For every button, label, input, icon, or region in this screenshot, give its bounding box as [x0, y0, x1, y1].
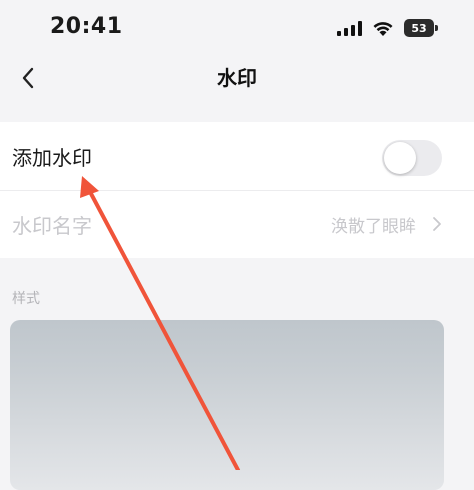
- add-watermark-label: 添加水印: [12, 145, 92, 170]
- status-icons: 53: [337, 18, 438, 38]
- watermark-style-preview[interactable]: [10, 320, 444, 490]
- nav-bar: 水印: [0, 56, 474, 116]
- page-title: 水印: [217, 66, 257, 90]
- add-watermark-toggle[interactable]: [382, 140, 442, 176]
- watermark-name-value: 涣散了眼眸: [331, 216, 416, 237]
- status-time: 20:41: [50, 14, 123, 39]
- watermark-name-label: 水印名字: [12, 213, 92, 238]
- watermark-name-row[interactable]: 水印名字 涣散了眼眸: [0, 190, 474, 258]
- chevron-right-icon: [433, 217, 441, 231]
- signal-icon: [337, 20, 362, 36]
- toggle-knob: [384, 142, 416, 174]
- add-watermark-row: 添加水印: [0, 122, 474, 191]
- battery-indicator: 53: [404, 19, 438, 37]
- settings-card: 添加水印 水印名字 涣散了眼眸: [0, 122, 474, 258]
- style-section-label: 样式: [12, 291, 40, 307]
- status-bar: 20:41 53: [0, 0, 474, 56]
- wifi-icon: [373, 21, 393, 36]
